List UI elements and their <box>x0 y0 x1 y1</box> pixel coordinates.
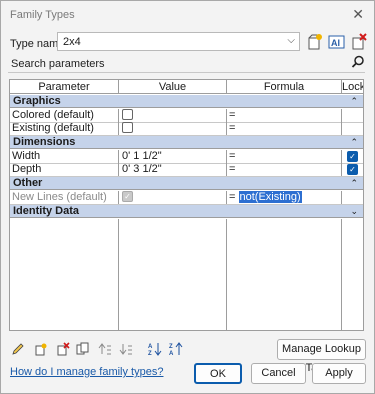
value-cell[interactable]: 0' 3 1/2" <box>119 163 227 176</box>
parameter-name: New Lines (default) <box>10 191 119 204</box>
group-label: Other <box>13 177 43 189</box>
search-bar[interactable]: Search parameters <box>8 55 365 73</box>
parameter-name: Depth <box>10 163 119 176</box>
column-divider <box>118 219 119 330</box>
parameter-name: Existing (default) <box>10 122 119 135</box>
value-cell[interactable] <box>119 122 227 135</box>
sort-ascending-icon[interactable]: A Z <box>148 342 162 356</box>
lock-cell[interactable] <box>342 191 363 204</box>
formula-selected-text[interactable]: not(Existing) <box>238 191 302 203</box>
value-cell: ✓ <box>119 191 227 204</box>
lock-cell[interactable]: ✓ <box>342 163 363 176</box>
column-divider <box>341 219 342 330</box>
value-checkbox[interactable] <box>122 122 133 134</box>
formula-cell[interactable]: = <box>227 109 342 122</box>
formula-prefix: = <box>229 191 236 203</box>
move-up-icon[interactable] <box>98 342 112 356</box>
help-link[interactable]: How do I manage family types? <box>10 366 163 378</box>
column-header-parameter[interactable]: Parameter <box>10 80 119 94</box>
svg-text:A: A <box>148 344 153 350</box>
group-header-graphics[interactable]: Graphics ⌃ <box>10 95 363 108</box>
table-row: New Lines (default) ✓ = not(Existing) <box>10 191 363 205</box>
ok-button[interactable]: OK <box>194 363 242 384</box>
lock-cell[interactable]: ✓ <box>342 150 363 163</box>
group-header-identity-data[interactable]: Identity Data ⌄ <box>10 205 363 218</box>
sort-descending-icon[interactable]: Z A <box>169 342 183 356</box>
search-input[interactable]: Search parameters <box>11 58 105 70</box>
group-label: Dimensions <box>13 136 76 148</box>
group-label: Identity Data <box>13 205 80 217</box>
delete-type-icon[interactable] <box>349 32 369 52</box>
delete-parameter-icon[interactable] <box>56 342 70 356</box>
table-row: Depth 0' 3 1/2" = ✓ <box>10 163 363 177</box>
group-header-other[interactable]: Other ⌃ <box>10 177 363 190</box>
value-cell[interactable]: 0' 1 1/2" <box>119 150 227 163</box>
lock-checkbox[interactable]: ✓ <box>347 151 358 162</box>
lock-checkbox[interactable]: ✓ <box>347 164 358 175</box>
family-types-dialog: Family Types ✕ Type name: 2x4 ⌵ AI Searc… <box>0 0 375 394</box>
parameter-name: Colored (default) <box>10 109 119 122</box>
value-checkbox-disabled: ✓ <box>122 191 133 203</box>
pencil-icon[interactable] <box>11 342 25 356</box>
lock-cell[interactable] <box>342 109 363 122</box>
window-title: Family Types <box>10 9 75 21</box>
collapse-icon[interactable]: ⌃ <box>350 95 358 108</box>
move-down-icon[interactable] <box>119 342 133 356</box>
group-header-dimensions[interactable]: Dimensions ⌃ <box>10 136 363 149</box>
group-label: Graphics <box>13 95 61 107</box>
search-icon[interactable] <box>351 55 365 69</box>
table-row: Width 0' 1 1/2" = ✓ <box>10 150 363 164</box>
cancel-button[interactable]: Cancel <box>251 363 306 384</box>
parameters-table: Parameter Value Formula Lock Graphics ⌃ … <box>9 79 364 331</box>
formula-cell[interactable]: = <box>227 163 342 176</box>
apply-button[interactable]: Apply <box>312 363 366 384</box>
column-divider <box>226 219 227 330</box>
type-name-dropdown[interactable]: 2x4 ⌵ <box>57 32 300 51</box>
column-header-lock[interactable]: Lock <box>342 80 363 94</box>
title-bar: Family Types ✕ <box>1 1 374 29</box>
formula-cell[interactable]: = not(Existing) <box>227 191 342 204</box>
collapse-icon[interactable]: ⌃ <box>350 136 358 149</box>
parameter-name: Width <box>10 150 119 163</box>
expand-icon[interactable]: ⌄ <box>350 205 358 218</box>
svg-text:AI: AI <box>331 38 340 48</box>
type-name-value: 2x4 <box>63 36 81 48</box>
collapse-icon[interactable]: ⌃ <box>350 177 358 190</box>
svg-text:Z: Z <box>148 351 152 356</box>
rename-type-icon[interactable]: AI <box>327 32 347 52</box>
formula-cell[interactable]: = <box>227 150 342 163</box>
manage-lookup-tables-button[interactable]: Manage Lookup Tables <box>277 339 366 374</box>
chevron-down-icon: ⌵ <box>287 35 295 46</box>
column-header-value[interactable]: Value <box>119 80 227 94</box>
value-cell[interactable] <box>119 109 227 122</box>
lock-cell[interactable] <box>342 122 363 135</box>
formula-cell[interactable]: = <box>227 122 342 135</box>
close-icon[interactable]: ✕ <box>352 6 364 23</box>
svg-text:A: A <box>169 351 174 356</box>
duplicate-icon[interactable] <box>76 342 90 356</box>
table-row: Colored (default) = <box>10 109 363 123</box>
column-header-formula[interactable]: Formula <box>227 80 342 94</box>
new-parameter-icon[interactable] <box>34 342 48 356</box>
svg-text:Z: Z <box>169 344 173 350</box>
new-type-icon[interactable] <box>304 32 324 52</box>
value-checkbox[interactable] <box>122 109 133 121</box>
table-row: Existing (default) = <box>10 122 363 136</box>
